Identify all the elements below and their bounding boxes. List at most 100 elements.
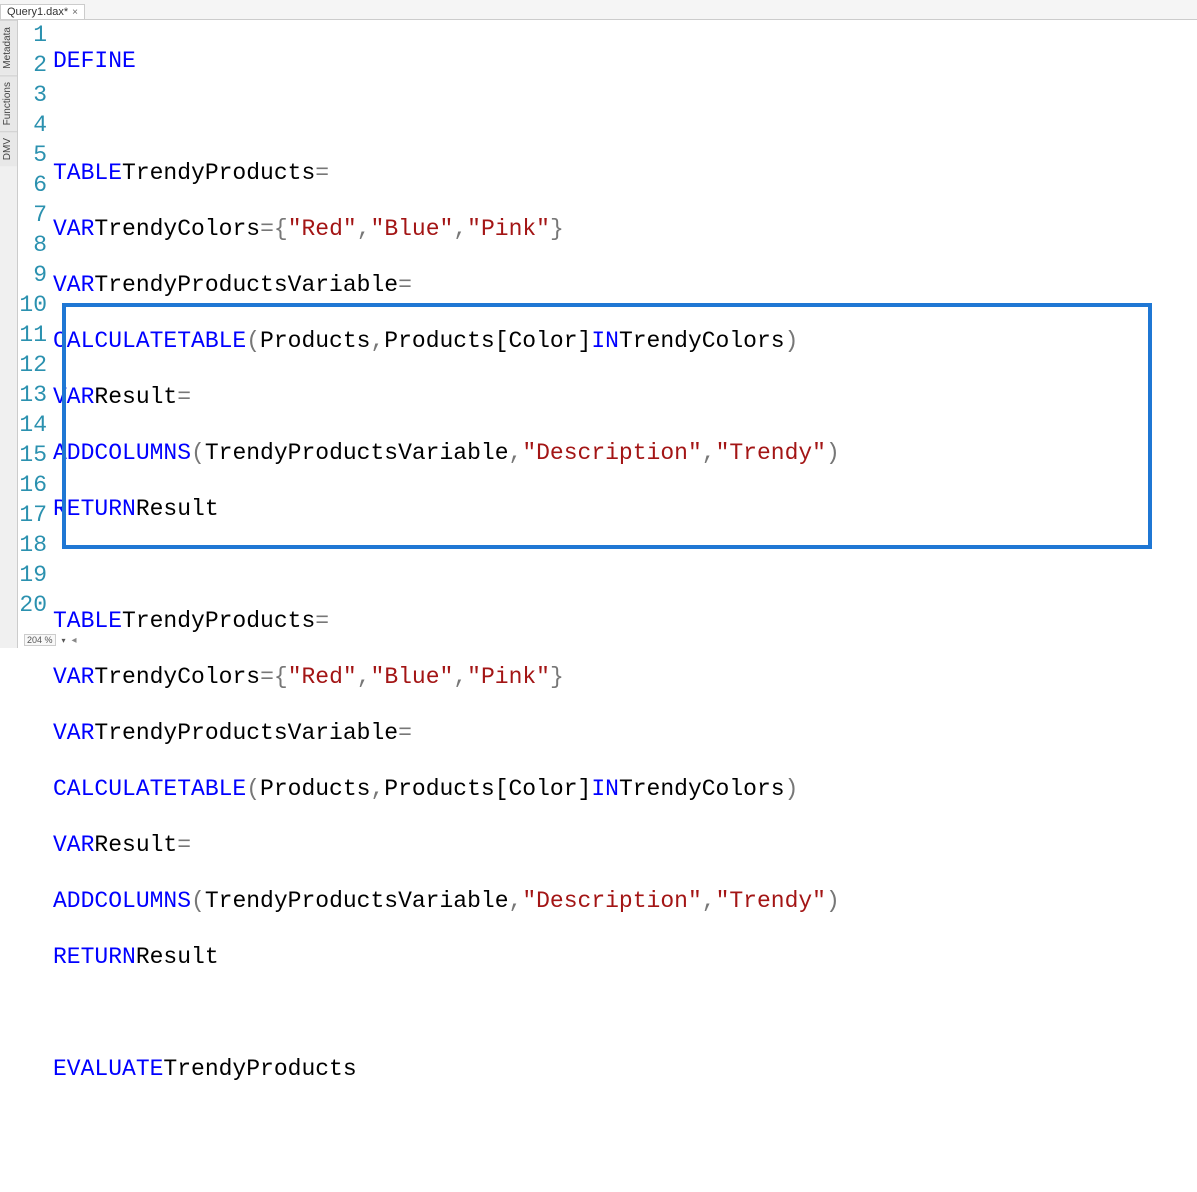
line-number: 18: [18, 530, 47, 560]
line-number-gutter: 1 2 3 4 5 6 7 8 9 10 11 12 13 14 15 16 1…: [18, 20, 53, 632]
line-number: 10: [18, 290, 47, 320]
str-pink: "Pink": [467, 214, 550, 244]
op-comma: ,: [453, 662, 467, 692]
line-number: 4: [18, 110, 47, 140]
kw-var: VAR: [53, 270, 94, 300]
op-rparen: ): [785, 774, 799, 804]
id-trendycolors: TrendyColors: [619, 774, 785, 804]
id-trendycolors: TrendyColors: [619, 326, 785, 356]
line-number: 15: [18, 440, 47, 470]
op-eq: =: [315, 158, 329, 188]
line-number: 3: [18, 80, 47, 110]
fn-addcolumns: ADDCOLUMNS: [53, 886, 191, 916]
line-number: 2: [18, 50, 47, 80]
line-number: 1: [18, 20, 47, 50]
side-panel: Metadata Functions DMV: [0, 20, 18, 648]
id-tpv: TrendyProductsVariable: [94, 718, 398, 748]
id-result: Result: [136, 494, 219, 524]
op-comma: ,: [370, 326, 384, 356]
id-productscolor: Products[Color]: [384, 774, 591, 804]
side-tab-metadata[interactable]: Metadata: [0, 20, 17, 75]
id-trendycolors: TrendyColors: [94, 662, 260, 692]
id-trendyproducts: TrendyProducts: [122, 606, 315, 636]
op-comma: ,: [357, 214, 371, 244]
id-tpv: TrendyProductsVariable: [205, 438, 509, 468]
zoom-level[interactable]: 204 %: [24, 634, 56, 646]
line-number: 7: [18, 200, 47, 230]
line-number: 9: [18, 260, 47, 290]
op-comma: ,: [370, 774, 384, 804]
op-eq: =: [260, 214, 274, 244]
op-eq: =: [260, 662, 274, 692]
op-eq: =: [177, 830, 191, 860]
kw-in: IN: [591, 326, 619, 356]
line-number: 12: [18, 350, 47, 380]
status-bar: 204 % ▾ ◂: [18, 632, 77, 648]
kw-in: IN: [591, 774, 619, 804]
op-rbrace: }: [550, 662, 564, 692]
id-productscolor: Products[Color]: [384, 326, 591, 356]
op-eq: =: [315, 606, 329, 636]
id-tpv: TrendyProductsVariable: [94, 270, 398, 300]
str-blue: "Blue": [371, 214, 454, 244]
kw-return: RETURN: [53, 942, 136, 972]
line-number: 17: [18, 500, 47, 530]
op-lparen: (: [191, 886, 205, 916]
kw-var: VAR: [53, 830, 94, 860]
str-blue: "Blue": [371, 662, 454, 692]
str-red: "Red": [288, 662, 357, 692]
kw-var: VAR: [53, 382, 94, 412]
op-rparen: ): [785, 326, 799, 356]
str-red: "Red": [288, 214, 357, 244]
close-icon[interactable]: ×: [72, 7, 78, 18]
op-comma: ,: [453, 214, 467, 244]
line-number: 20: [18, 590, 47, 620]
id-result: Result: [94, 382, 177, 412]
arrow-left-icon[interactable]: ◂: [72, 635, 77, 646]
id-products: Products: [260, 774, 370, 804]
op-lbrace: {: [274, 214, 288, 244]
str-pink: "Pink": [467, 662, 550, 692]
op-comma: ,: [702, 438, 716, 468]
op-rbrace: }: [550, 214, 564, 244]
op-eq: =: [398, 270, 412, 300]
kw-evaluate: EVALUATE: [53, 1054, 163, 1084]
side-tab-functions[interactable]: Functions: [0, 75, 17, 131]
op-comma: ,: [702, 886, 716, 916]
op-lparen: (: [246, 326, 260, 356]
id-result: Result: [136, 942, 219, 972]
line-number: 8: [18, 230, 47, 260]
side-tab-dmv[interactable]: DMV: [0, 131, 17, 166]
kw-table: TABLE: [53, 158, 122, 188]
file-tab-title: Query1.dax*: [7, 6, 68, 18]
id-trendyproducts: TrendyProducts: [163, 1054, 356, 1084]
id-result: Result: [94, 830, 177, 860]
str-trendy: "Trendy": [716, 438, 826, 468]
op-comma: ,: [509, 438, 523, 468]
str-trendy: "Trendy": [716, 886, 826, 916]
file-tab[interactable]: Query1.dax* ×: [0, 4, 85, 19]
op-lbrace: {: [274, 662, 288, 692]
code-content[interactable]: DEFINE TABLE TrendyProducts = VAR Trendy…: [53, 20, 1197, 632]
code-editor[interactable]: 1 2 3 4 5 6 7 8 9 10 11 12 13 14 15 16 1…: [18, 20, 1197, 632]
line-number: 14: [18, 410, 47, 440]
id-trendycolors: TrendyColors: [94, 214, 260, 244]
op-rparen: ): [826, 886, 840, 916]
op-eq: =: [398, 718, 412, 748]
line-number: 16: [18, 470, 47, 500]
str-description: "Description": [522, 438, 701, 468]
op-lparen: (: [246, 774, 260, 804]
op-eq: =: [177, 382, 191, 412]
op-comma: ,: [357, 662, 371, 692]
kw-return: RETURN: [53, 494, 136, 524]
op-comma: ,: [509, 886, 523, 916]
chevron-down-icon[interactable]: ▾: [62, 636, 66, 645]
fn-calculatetable: CALCULATETABLE: [53, 326, 246, 356]
op-lparen: (: [191, 438, 205, 468]
line-number: 5: [18, 140, 47, 170]
id-trendyproducts: TrendyProducts: [122, 158, 315, 188]
line-number: 11: [18, 320, 47, 350]
op-rparen: ): [826, 438, 840, 468]
kw-var: VAR: [53, 662, 94, 692]
line-number: 6: [18, 170, 47, 200]
